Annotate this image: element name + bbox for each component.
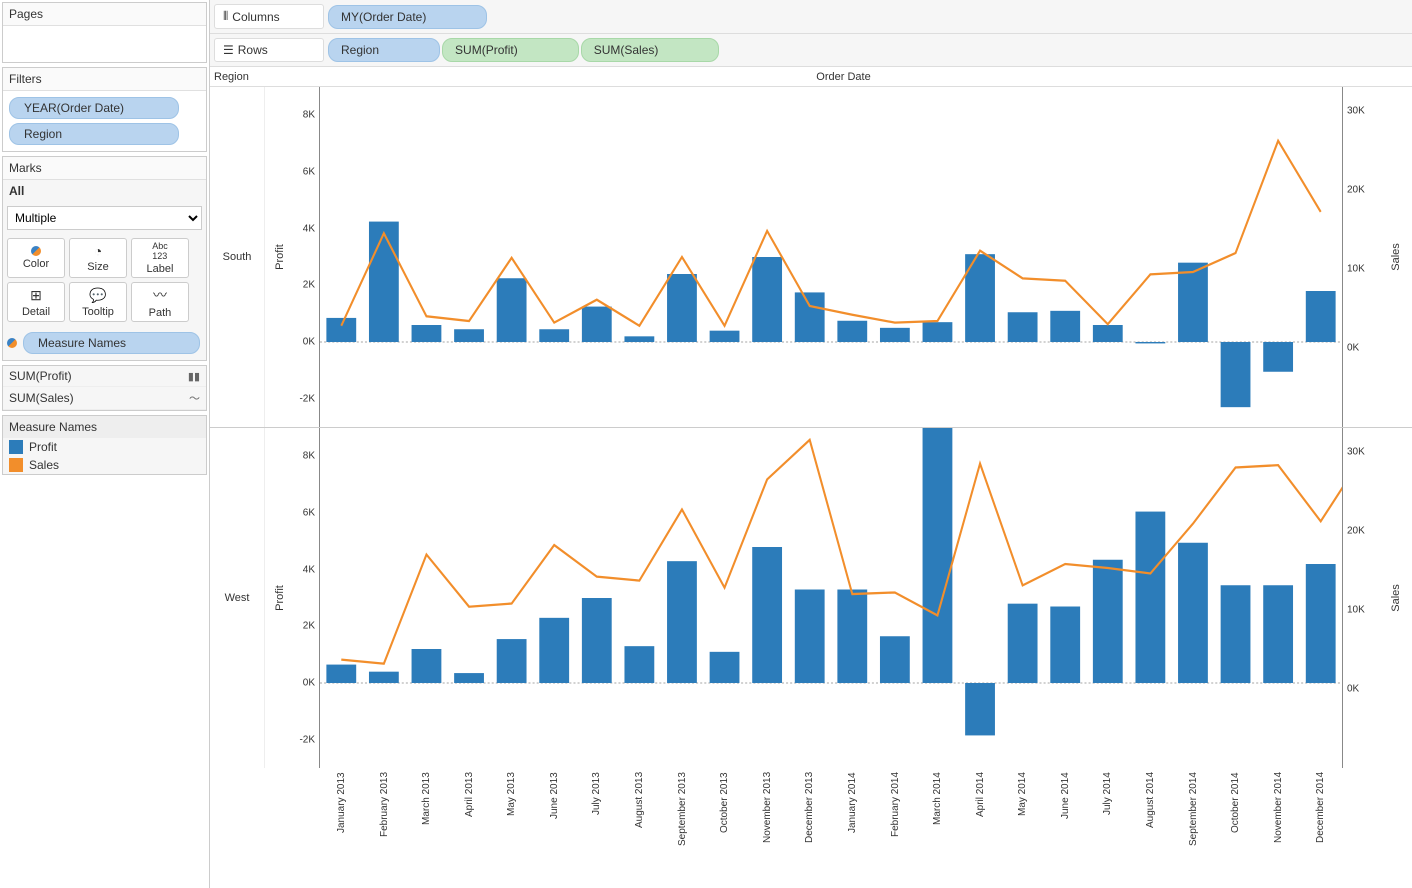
columns-icon: ⦀: [223, 9, 228, 24]
color-button[interactable]: Color: [7, 238, 65, 278]
x-tick-label: May 2013: [490, 768, 533, 888]
row-pill-profit[interactable]: SUM(Profit): [442, 38, 579, 62]
x-tick-label: October 2013: [703, 768, 746, 888]
x-tick-label: December 2013: [788, 768, 831, 888]
marks-all-label[interactable]: All: [3, 180, 206, 202]
label-icon: Abc123: [152, 241, 168, 261]
x-tick-label: August 2014: [1129, 768, 1172, 888]
legend-swatch-sales: [9, 458, 23, 472]
x-tick-label: June 2013: [533, 768, 576, 888]
x-tick-label: March 2013: [405, 768, 448, 888]
color-icon: [7, 338, 17, 348]
x-tick-label: August 2013: [618, 768, 661, 888]
filters-shelf[interactable]: Filters YEAR(Order Date) Region: [2, 67, 207, 152]
plot-area[interactable]: [320, 87, 1342, 427]
rows-label: ☰ Rows: [214, 38, 324, 62]
columns-label: ⦀ Columns: [214, 4, 324, 29]
x-tick-label: November 2013: [746, 768, 789, 888]
date-header: Order Date: [345, 71, 1342, 83]
x-tick-label: March 2014: [916, 768, 959, 888]
mark-type-select[interactable]: Multiple: [7, 206, 202, 230]
legend-swatch-profit: [9, 440, 23, 454]
x-tick-label: November 2014: [1257, 768, 1300, 888]
column-pill-orderdate[interactable]: MY(Order Date): [328, 5, 487, 29]
row-label: South: [210, 87, 265, 427]
x-tick-label: February 2013: [363, 768, 406, 888]
rows-shelf[interactable]: ☰ Rows Region SUM(Profit) SUM(Sales): [210, 34, 1412, 67]
viz-area: Region Order Date SouthProfit-2K0K2K4K6K…: [210, 67, 1412, 888]
path-icon: 〰: [153, 285, 167, 305]
pages-shelf[interactable]: Pages: [2, 2, 207, 63]
tooltip-button[interactable]: 💬Tooltip: [69, 282, 127, 322]
marks-card[interactable]: Marks All Multiple Color ◔Size Abc123Lab…: [2, 156, 207, 361]
label-button[interactable]: Abc123Label: [131, 238, 189, 278]
size-icon: ◔: [94, 243, 102, 259]
measure-row-sales[interactable]: SUM(Sales) 〜: [3, 387, 206, 410]
profit-axis: Profit-2K0K2K4K6K8K: [265, 428, 320, 768]
filters-title: Filters: [3, 68, 206, 91]
legend-item-profit[interactable]: Profit: [3, 438, 206, 456]
measure-row-profit[interactable]: SUM(Profit) ▮▮: [3, 366, 206, 387]
line-icon: 〜: [189, 390, 200, 406]
plot-area[interactable]: [320, 428, 1342, 768]
filter-pill-region[interactable]: Region: [9, 123, 179, 145]
filter-pill-year[interactable]: YEAR(Order Date): [9, 97, 179, 119]
tooltip-icon: 💬: [89, 287, 106, 304]
chart-row: SouthProfit-2K0K2K4K6K8K Sales0K10K20K30K: [210, 87, 1412, 428]
sales-axis: Sales0K10K20K30K: [1342, 87, 1412, 427]
size-button[interactable]: ◔Size: [69, 238, 127, 278]
chart-row: WestProfit-2K0K2K4K6K8K Sales0K10K20K30K: [210, 428, 1412, 768]
left-side-panel: Pages Filters YEAR(Order Date) Region Ma…: [0, 0, 210, 888]
x-axis: January 2013February 2013March 2013April…: [210, 768, 1412, 888]
legend-title: Measure Names: [3, 416, 206, 438]
measure-block: SUM(Profit) ▮▮ SUM(Sales) 〜: [2, 365, 207, 411]
rows-icon: ☰: [223, 43, 234, 57]
pages-title: Pages: [3, 3, 206, 26]
x-tick-label: September 2013: [661, 768, 704, 888]
detail-button[interactable]: ⊞Detail: [7, 282, 65, 322]
row-label: West: [210, 428, 265, 768]
x-tick-label: January 2013: [320, 768, 363, 888]
columns-shelf[interactable]: ⦀ Columns MY(Order Date): [210, 0, 1412, 34]
row-pill-sales[interactable]: SUM(Sales): [581, 38, 720, 62]
marks-title: Marks: [3, 157, 206, 180]
color-icon: [31, 246, 41, 256]
right-panel: ⦀ Columns MY(Order Date) ☰ Rows Region S…: [210, 0, 1412, 888]
x-tick-label: January 2014: [831, 768, 874, 888]
marks-color-pill[interactable]: Measure Names: [23, 332, 200, 354]
x-tick-label: June 2014: [1044, 768, 1087, 888]
x-tick-label: February 2014: [874, 768, 917, 888]
x-tick-label: December 2014: [1299, 768, 1342, 888]
row-pill-region[interactable]: Region: [328, 38, 440, 62]
legend-card: Measure Names Profit Sales: [2, 415, 207, 475]
legend-item-sales[interactable]: Sales: [3, 456, 206, 474]
x-tick-label: July 2014: [1086, 768, 1129, 888]
x-tick-label: April 2013: [448, 768, 491, 888]
region-header: Region: [210, 71, 290, 83]
x-tick-label: September 2014: [1172, 768, 1215, 888]
detail-icon: ⊞: [30, 287, 42, 304]
profit-axis: Profit-2K0K2K4K6K8K: [265, 87, 320, 427]
bar-icon: ▮▮: [188, 370, 200, 383]
x-tick-label: October 2014: [1214, 768, 1257, 888]
path-button[interactable]: 〰Path: [131, 282, 189, 322]
sales-axis: Sales0K10K20K30K: [1342, 428, 1412, 768]
x-tick-label: April 2014: [959, 768, 1002, 888]
x-tick-label: July 2013: [575, 768, 618, 888]
x-tick-label: May 2014: [1001, 768, 1044, 888]
